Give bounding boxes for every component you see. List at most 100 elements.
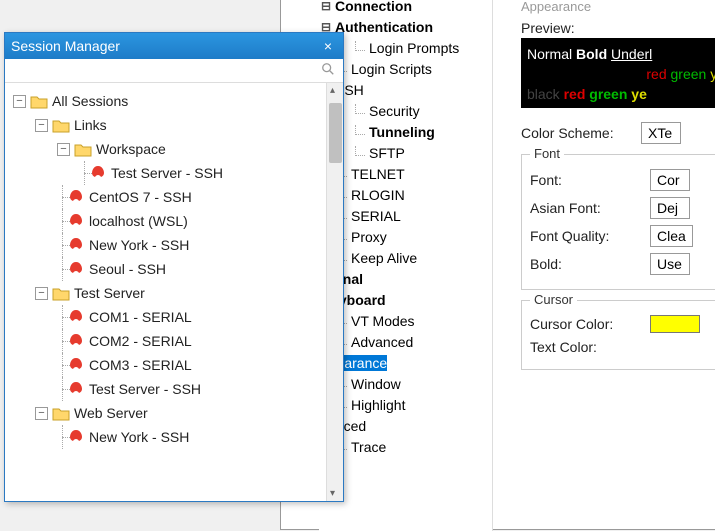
collapse-icon[interactable]: − xyxy=(35,287,48,300)
tree-label[interactable]: Links xyxy=(74,117,107,133)
preview-black: black xyxy=(527,86,560,102)
asian-font-label: Asian Font: xyxy=(530,200,650,216)
nav-terminal[interactable]: rminal xyxy=(319,268,492,289)
font-select[interactable]: Cor xyxy=(650,169,690,191)
tree-label[interactable]: COM3 - SERIAL xyxy=(89,357,192,373)
nav-login-prompts[interactable]: Login Prompts xyxy=(319,37,492,58)
tree-session[interactable]: COM1 - SERIAL xyxy=(9,305,339,329)
cursor-color-label: Cursor Color: xyxy=(530,316,650,332)
nav-window[interactable]: Window xyxy=(319,373,492,394)
tree-label[interactable]: Seoul - SSH xyxy=(89,261,166,277)
titlebar[interactable]: Session Manager × xyxy=(5,33,343,59)
folder-icon xyxy=(30,94,48,109)
preview-bold: Bold xyxy=(576,46,607,62)
nav-keyboard[interactable]: Keyboard xyxy=(319,289,492,310)
tree-session[interactable]: New York - SSH xyxy=(9,233,339,257)
tree-folder-workspace[interactable]: − Workspace xyxy=(9,137,339,161)
tree-label[interactable]: CentOS 7 - SSH xyxy=(89,189,192,205)
bold-select[interactable]: Use xyxy=(650,253,690,275)
nav-proxy[interactable]: Proxy xyxy=(319,226,492,247)
settings-nav-tree[interactable]: ⊟Connection ⊟Authentication Login Prompt… xyxy=(319,0,493,531)
tree-label[interactable]: All Sessions xyxy=(52,93,128,109)
tree-folder-web-server[interactable]: − Web Server xyxy=(9,401,339,425)
preview-normal: Normal xyxy=(527,46,572,62)
nav-serial[interactable]: SERIAL xyxy=(319,205,492,226)
session-tree[interactable]: − All Sessions − Links − Workspace Test … xyxy=(5,83,343,455)
collapse-icon[interactable]: − xyxy=(57,143,70,156)
preview-green: green xyxy=(671,66,707,82)
tree-session[interactable]: Test Server - SSH xyxy=(9,161,339,185)
font-group: Font Font:Cor Asian Font:Dej Font Qualit… xyxy=(521,154,715,290)
search-bar[interactable] xyxy=(5,59,343,83)
folder-icon xyxy=(74,142,92,157)
nav-telnet[interactable]: TELNET xyxy=(319,163,492,184)
font-quality-select[interactable]: Clea xyxy=(650,225,693,247)
tree-label[interactable]: Test Server - SSH xyxy=(111,165,223,181)
tree-session[interactable]: CentOS 7 - SSH xyxy=(9,185,339,209)
tree-label[interactable]: Workspace xyxy=(96,141,166,157)
cursor-color-swatch[interactable] xyxy=(650,315,700,333)
font-quality-label: Font Quality: xyxy=(530,228,650,244)
collapse-icon[interactable]: − xyxy=(35,407,48,420)
font-label: Font: xyxy=(530,172,650,188)
cursor-group: Cursor Cursor Color: Text Color: xyxy=(521,300,715,370)
nav-security[interactable]: Security xyxy=(319,100,492,121)
settings-panel: Appearance Preview: Normal Bold Underl r… xyxy=(513,0,715,531)
tree-session[interactable]: Test Server - SSH xyxy=(9,377,339,401)
tree-label[interactable]: Test Server - SSH xyxy=(89,381,201,397)
nav-tunneling[interactable]: Tunneling xyxy=(319,121,492,142)
search-icon[interactable] xyxy=(321,62,335,79)
bold-label: Bold: xyxy=(530,256,650,272)
nav-trace[interactable]: Trace xyxy=(319,436,492,457)
cursor-group-legend: Cursor xyxy=(530,292,577,307)
asian-font-select[interactable]: Dej xyxy=(650,197,690,219)
collapse-icon[interactable]: − xyxy=(35,119,48,132)
tree-label[interactable]: Test Server xyxy=(74,285,145,301)
nav-connection[interactable]: ⊟Connection xyxy=(319,0,492,16)
tree-label[interactable]: New York - SSH xyxy=(89,237,189,253)
tree-label[interactable]: COM2 - SERIAL xyxy=(89,333,192,349)
tree-folder-test-server[interactable]: − Test Server xyxy=(9,281,339,305)
session-manager-window: Session Manager × − All Sessions − Links… xyxy=(4,32,344,502)
tree-label[interactable]: Web Server xyxy=(74,405,148,421)
tree-session[interactable]: Seoul - SSH xyxy=(9,257,339,281)
tree-session[interactable]: COM3 - SERIAL xyxy=(9,353,339,377)
nav-highlight[interactable]: Highlight xyxy=(319,394,492,415)
scroll-up-icon[interactable]: ▴ xyxy=(330,85,335,96)
color-scheme-select[interactable]: XTe xyxy=(641,122,681,144)
nav-vt-modes[interactable]: VT Modes xyxy=(319,310,492,331)
close-button[interactable]: × xyxy=(319,37,337,55)
tree-label[interactable]: New York - SSH xyxy=(89,429,189,445)
nav-ssh[interactable]: ⊟SSH xyxy=(319,79,492,100)
folder-icon xyxy=(52,406,70,421)
nav-keep-alive[interactable]: Keep Alive xyxy=(319,247,492,268)
tree-folder-links[interactable]: − Links xyxy=(9,113,339,137)
tree-session[interactable]: COM2 - SERIAL xyxy=(9,329,339,353)
preview-label: Preview: xyxy=(521,20,715,36)
tree-label[interactable]: COM1 - SERIAL xyxy=(89,309,192,325)
scroll-down-icon[interactable]: ▾ xyxy=(330,488,335,499)
collapse-icon[interactable]: ⊟ xyxy=(319,0,333,13)
nav-login-scripts[interactable]: Login Scripts xyxy=(319,58,492,79)
nav-sftp[interactable]: SFTP xyxy=(319,142,492,163)
nav-authentication[interactable]: ⊟Authentication xyxy=(319,16,492,37)
font-group-legend: Font xyxy=(530,146,564,161)
group-appearance-label: Appearance xyxy=(521,0,715,14)
scroll-thumb[interactable] xyxy=(329,103,342,163)
scrollbar[interactable]: ▴ ▾ xyxy=(326,83,343,501)
folder-icon xyxy=(52,118,70,133)
color-scheme-label: Color Scheme: xyxy=(521,125,641,141)
preview-yellow-b: ye xyxy=(631,86,647,102)
preview-green-b: green xyxy=(589,86,627,102)
nav-rlogin[interactable]: RLOGIN xyxy=(319,184,492,205)
tree-session[interactable]: localhost (WSL) xyxy=(9,209,339,233)
tree-label[interactable]: localhost (WSL) xyxy=(89,213,188,229)
tree-session[interactable]: New York - SSH xyxy=(9,425,339,449)
collapse-icon[interactable]: − xyxy=(13,95,26,108)
tree-root[interactable]: − All Sessions xyxy=(9,89,339,113)
nav-appearance[interactable]: ppearance xyxy=(319,352,492,373)
nav-advanced[interactable]: Advanced xyxy=(319,331,492,352)
terminal-preview: Normal Bold Underl red green ye black re… xyxy=(521,38,715,108)
folder-icon xyxy=(52,286,70,301)
nav-advanced-2[interactable]: vanced xyxy=(319,415,492,436)
